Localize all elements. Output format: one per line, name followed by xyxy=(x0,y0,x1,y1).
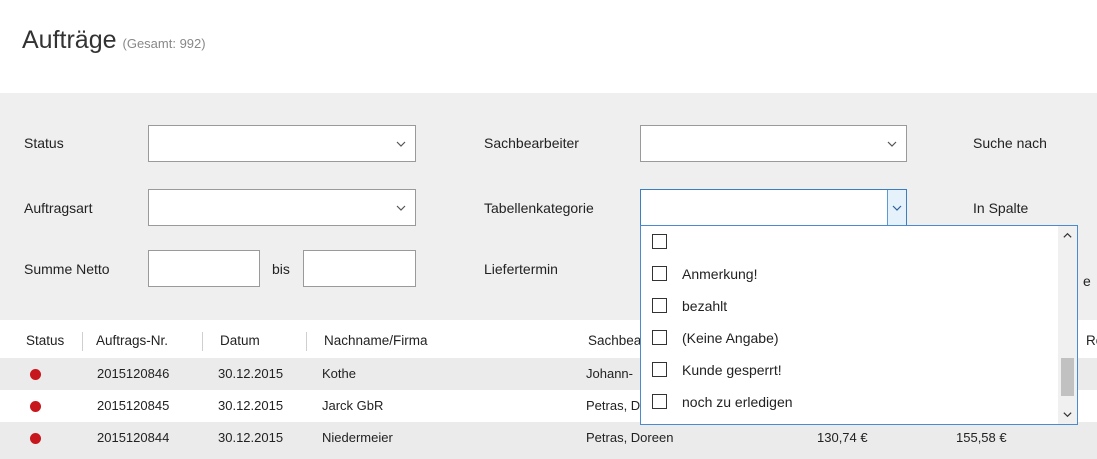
in-spalte-label: In Spalte xyxy=(973,200,1029,216)
column-header-auftrags-nr[interactable]: Auftrags-Nr. xyxy=(88,323,168,358)
checkbox[interactable] xyxy=(652,362,667,377)
cell-auftrags-nr: 2015120845 xyxy=(97,398,170,413)
dropdown-option[interactable] xyxy=(641,226,1059,258)
status-label: Status xyxy=(24,135,64,151)
page-title-text: Aufträge xyxy=(22,26,117,54)
column-header-status[interactable]: Status xyxy=(18,323,64,358)
summe-netto-label: Summe Netto xyxy=(24,261,110,277)
cell-auftrags-nr: 2015120846 xyxy=(97,366,170,381)
dropdown-option[interactable]: bezahlt xyxy=(641,290,1059,322)
column-header-nachname-firma[interactable]: Nachname/Firma xyxy=(316,323,428,358)
column-separator[interactable] xyxy=(202,332,203,351)
sachbearbeiter-select[interactable] xyxy=(640,125,907,162)
auftragsart-label: Auftragsart xyxy=(24,200,93,216)
page-title: Aufträge (Gesamt: 992) xyxy=(22,26,206,55)
cell-datum: 30.12.2015 xyxy=(218,430,284,445)
suche-nach-label: Suche nach xyxy=(973,135,1047,151)
tabellenkategorie-label: Tabellenkategorie xyxy=(484,200,594,216)
checkbox[interactable] xyxy=(652,298,667,313)
dropdown-option[interactable]: Kunde gesperrt! xyxy=(641,354,1059,386)
status-dot xyxy=(30,401,41,412)
liefertermin-label: Liefertermin xyxy=(484,261,558,277)
dropdown-option-label: Anmerkung! xyxy=(682,266,758,282)
partial-label: e xyxy=(1083,273,1091,289)
status-dot xyxy=(30,433,41,444)
dropdown-option[interactable]: noch zu erledigen xyxy=(641,386,1059,418)
cell-name: Niedermeier xyxy=(322,430,393,445)
total-count: (Gesamt: 992) xyxy=(122,36,206,51)
column-separator[interactable] xyxy=(306,332,307,351)
cell-name: Jarck GbR xyxy=(322,398,384,413)
column-header-datum[interactable]: Datum xyxy=(212,323,260,358)
cell-sachbearbeiter: Johann- xyxy=(586,366,633,381)
dropdown-option-label: bezahlt xyxy=(682,298,728,314)
checkbox[interactable] xyxy=(652,330,667,345)
dropdown-option-label: noch zu erledigen xyxy=(682,394,793,410)
cell-datum: 30.12.2015 xyxy=(218,398,284,413)
scrollbar-thumb[interactable] xyxy=(1061,358,1074,396)
table-row[interactable]: 2015120844 30.12.2015 Niedermeier Petras… xyxy=(0,422,1097,459)
column-header-sachbearbeiter[interactable]: Sachbea xyxy=(580,323,641,358)
column-header-partial[interactable]: Ro xyxy=(1078,323,1097,358)
status-select[interactable] xyxy=(148,125,416,162)
chevron-up-icon[interactable] xyxy=(1062,230,1073,241)
chevron-down-icon xyxy=(396,141,406,147)
checkbox[interactable] xyxy=(652,266,667,281)
dropdown-scrollbar[interactable] xyxy=(1058,226,1077,424)
checkbox[interactable] xyxy=(652,394,667,409)
chevron-down-icon xyxy=(887,141,897,147)
dropdown-option[interactable]: Anmerkung! xyxy=(641,258,1059,290)
tabellenkategorie-dropdown-list: Anmerkung! bezahlt (Keine Angabe) Kunde … xyxy=(640,225,1078,425)
cell-sachbearbeiter: Petras, D xyxy=(586,398,641,413)
tabellenkategorie-select[interactable] xyxy=(640,189,907,226)
chevron-down-icon[interactable] xyxy=(1062,409,1073,420)
sachbearbeiter-label: Sachbearbeiter xyxy=(484,135,579,151)
auftragsart-select[interactable] xyxy=(148,189,416,226)
cell-auftrags-nr: 2015120844 xyxy=(97,430,170,445)
status-dot xyxy=(30,369,41,380)
cell-summe-brutto: 155,58 € xyxy=(956,430,1007,445)
cell-datum: 30.12.2015 xyxy=(218,366,284,381)
chevron-down-icon xyxy=(892,205,902,211)
dropdown-option-label: Kunde gesperrt! xyxy=(682,362,782,378)
summe-netto-to-input[interactable] xyxy=(303,250,416,287)
checkbox[interactable] xyxy=(652,234,667,249)
cell-sachbearbeiter: Petras, Doreen xyxy=(586,430,674,445)
dropdown-option-label: (Keine Angabe) xyxy=(682,330,779,346)
cell-summe-netto: 130,74 € xyxy=(817,430,868,445)
summe-netto-from-input[interactable] xyxy=(148,250,260,287)
chevron-down-icon xyxy=(396,205,406,211)
bis-label: bis xyxy=(272,261,290,277)
cell-name: Kothe xyxy=(322,366,356,381)
dropdown-option[interactable]: (Keine Angabe) xyxy=(641,322,1059,354)
column-separator[interactable] xyxy=(82,332,83,351)
